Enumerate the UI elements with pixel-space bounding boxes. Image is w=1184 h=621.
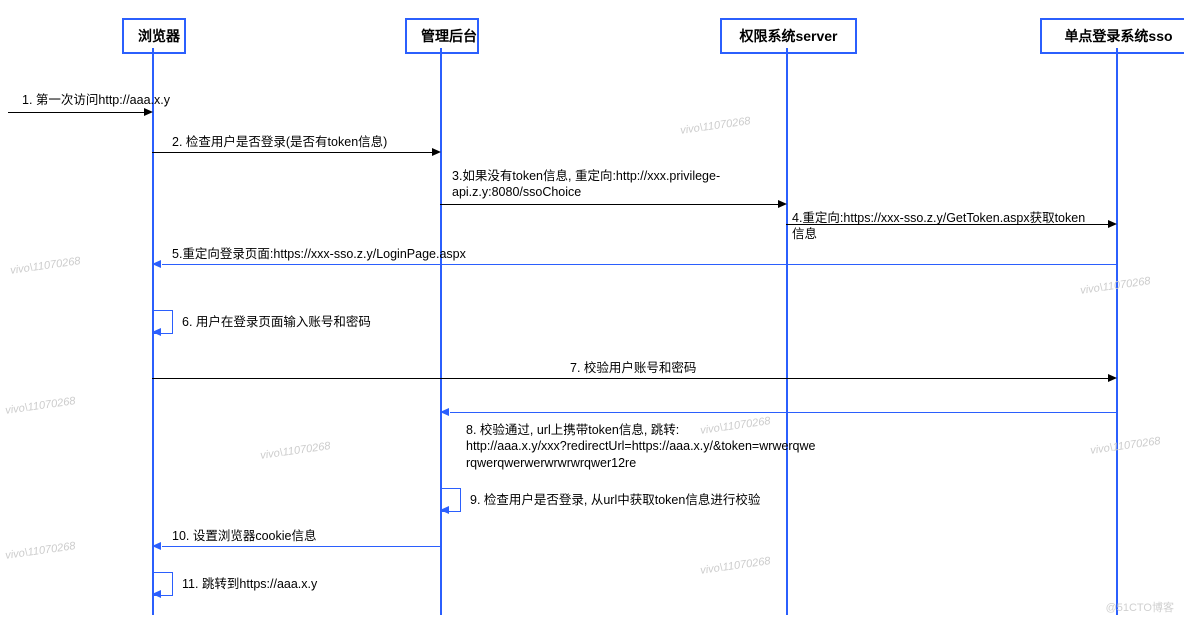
participant-browser: 浏览器 (122, 18, 186, 54)
msg-10-arrow (152, 542, 161, 550)
msg-5-label: 5.重定向登录页面:https://xxx-sso.z.y/LoginPage.… (172, 246, 466, 262)
lifeline-backend (440, 48, 442, 615)
msg-4-label: 4.重定向:https://xxx-sso.z.y/GetToken.aspx获… (792, 210, 1116, 243)
lifeline-sso (1116, 48, 1118, 615)
msg-8-arrow (440, 408, 449, 416)
footer-attribution: @51CTO博客 (1106, 599, 1174, 615)
participant-sso-label: 单点登录系统sso (1064, 28, 1172, 44)
msg-8-label: 8. 校验通过, url上携带token信息, 跳转: http://aaa.x… (466, 422, 906, 471)
msg-6-arrow (152, 328, 161, 336)
msg-7-arrow (1108, 374, 1117, 382)
msg-1-label: 1. 第一次访问http://aaa.x.y (22, 92, 170, 108)
participant-auth-label: 权限系统server (739, 28, 837, 44)
watermark: vivo\11070268 (680, 115, 752, 137)
msg-7-line (152, 378, 1108, 379)
msg-10-line (162, 546, 440, 547)
msg-6-label: 6. 用户在登录页面输入账号和密码 (182, 314, 371, 330)
msg-11-arrow (152, 590, 161, 598)
participant-backend: 管理后台 (405, 18, 479, 54)
msg-2-arrow (432, 148, 441, 156)
msg-1-line (8, 112, 144, 113)
participant-backend-label: 管理后台 (421, 28, 477, 44)
watermark: vivo\11070268 (1090, 435, 1162, 457)
watermark: vivo\11070268 (260, 440, 332, 462)
msg-7-label: 7. 校验用户账号和密码 (570, 360, 696, 376)
lifeline-auth (786, 48, 788, 615)
msg-4-line (786, 224, 1108, 225)
participant-sso: 单点登录系统sso (1040, 18, 1184, 54)
msg-9-arrow (440, 506, 449, 514)
msg-2-line (152, 152, 432, 153)
msg-4-arrow (1108, 220, 1117, 228)
participant-browser-label: 浏览器 (138, 28, 180, 44)
msg-1-arrow (144, 108, 153, 116)
msg-3-label: 3.如果没有token信息, 重定向:http://xxx.privilege-… (452, 168, 782, 201)
msg-10-label: 10. 设置浏览器cookie信息 (172, 528, 316, 544)
watermark: vivo\11070268 (5, 540, 77, 562)
msg-5-line (162, 264, 1116, 265)
watermark: vivo\11070268 (700, 555, 772, 577)
watermark: vivo\11070268 (5, 395, 77, 417)
watermark: vivo\11070268 (10, 255, 82, 277)
msg-11-label: 11. 跳转到https://aaa.x.y (182, 576, 317, 592)
participant-auth: 权限系统server (720, 18, 857, 54)
msg-8-line (450, 412, 1116, 413)
msg-2-label: 2. 检查用户是否登录(是否有token信息) (172, 134, 387, 150)
msg-5-arrow (152, 260, 161, 268)
msg-3-arrow (778, 200, 787, 208)
msg-3-line (440, 204, 778, 205)
msg-9-label: 9. 检查用户是否登录, 从url中获取token信息进行校验 (470, 492, 760, 508)
